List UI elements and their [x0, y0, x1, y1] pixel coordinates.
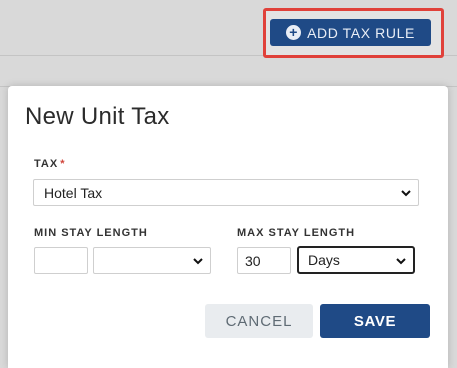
tax-select-value: Hotel Tax — [44, 184, 103, 201]
tax-label: TAX * — [34, 158, 65, 170]
min-stay-label: MIN STAY LENGTH — [34, 227, 148, 239]
modal-title: New Unit Tax — [25, 103, 170, 130]
save-button[interactable]: SAVE — [320, 304, 430, 338]
chevron-down-icon — [401, 190, 411, 197]
min-stay-unit-select[interactable] — [93, 247, 211, 274]
cancel-button[interactable]: CANCEL — [205, 304, 313, 338]
tax-select[interactable]: Hotel Tax — [33, 179, 419, 206]
required-marker: * — [60, 158, 66, 170]
chevron-down-icon — [396, 258, 406, 265]
max-stay-unit-select[interactable]: Days — [297, 246, 415, 274]
plus-circle-icon: + — [286, 25, 302, 40]
add-tax-rule-button[interactable]: + ADD TAX RULE — [270, 19, 431, 46]
max-stay-input[interactable]: 30 — [237, 247, 291, 274]
max-stay-unit-value: Days — [308, 252, 340, 268]
min-stay-input[interactable] — [34, 247, 88, 274]
chevron-down-icon — [193, 258, 203, 265]
max-stay-label: MAX STAY LENGTH — [237, 227, 356, 239]
new-unit-tax-modal: New Unit Tax TAX * Hotel Tax MIN STAY LEN… — [8, 86, 448, 368]
tax-label-text: TAX — [34, 158, 59, 170]
add-tax-rule-label: ADD TAX RULE — [307, 24, 415, 41]
